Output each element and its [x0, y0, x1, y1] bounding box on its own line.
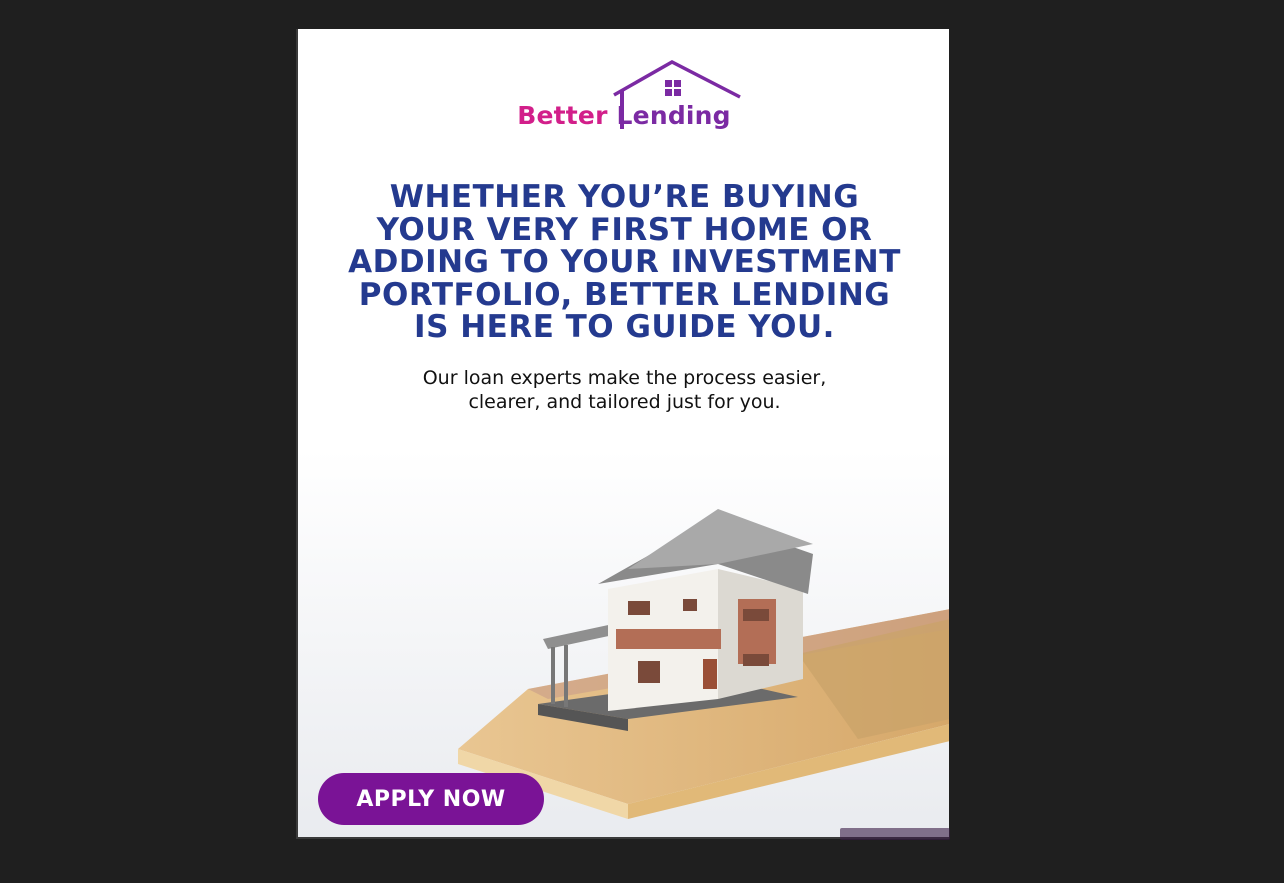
subtext-line: clearer, and tailored just for you. — [468, 391, 781, 413]
ad-headline: Whether you’re buying your very first ho… — [328, 181, 921, 344]
better-lending-logo[interactable]: Better Lending — [504, 59, 744, 141]
apply-now-button[interactable]: APPLY NOW — [318, 773, 544, 825]
headline-line: your very first home or — [376, 211, 873, 248]
headline-line: is here to guide you. — [414, 309, 835, 345]
logo-word-better: Better — [517, 101, 608, 130]
subtext-line: Our loan experts make the process easier… — [422, 367, 827, 389]
logo-word-lending: Lending — [616, 101, 731, 130]
headline-line: adding to your investment — [348, 244, 901, 280]
background-fragment — [840, 828, 950, 840]
lending-ad: Better Lending Whether you’re buying you… — [296, 29, 949, 839]
ad-subtext: Our loan experts make the process easier… — [358, 366, 891, 414]
logo-wordmark: Better Lending — [504, 101, 744, 130]
headline-line: portfolio, Better Lending — [358, 276, 891, 313]
headline-line: Whether you’re buying — [389, 179, 860, 215]
